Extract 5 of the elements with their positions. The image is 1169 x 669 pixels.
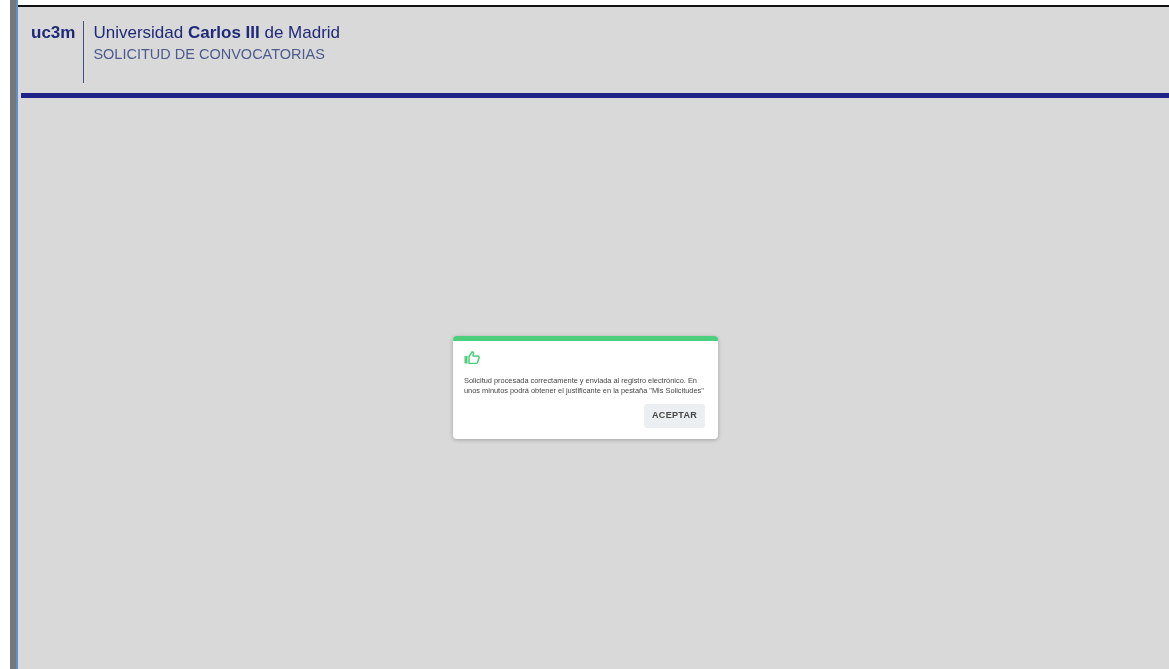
app-title: SOLICITUD DE CONVOCATORIAS [93, 45, 326, 63]
logo: uc3m [31, 22, 77, 44]
accept-button[interactable]: ACEPTAR [644, 404, 705, 428]
university-name: Universidad Carlos III de Madrid [93, 22, 341, 44]
thumbs-up-icon [464, 351, 480, 364]
